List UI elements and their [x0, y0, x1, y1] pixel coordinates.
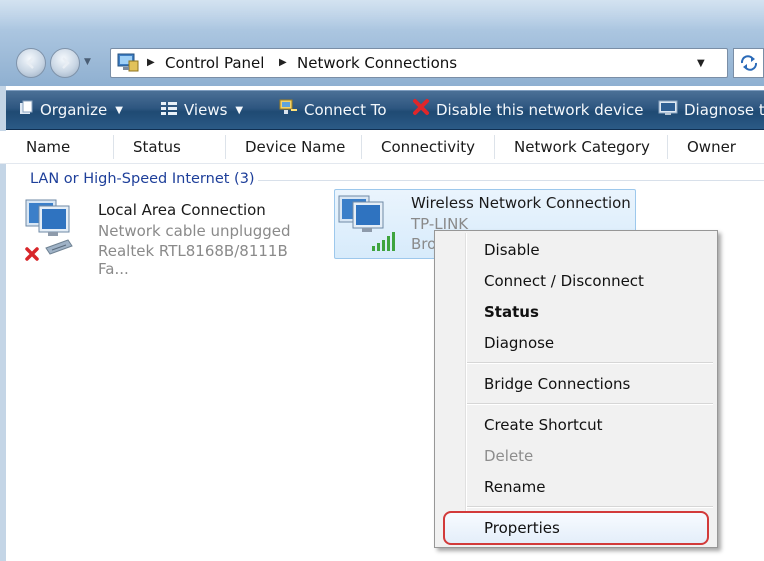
breadcrumb-control-panel[interactable]: Control Panel [165, 54, 264, 72]
back-arrow-icon [26, 57, 34, 69]
window-frame-highlight [0, 0, 764, 30]
breadcrumb-separator-icon: ▶ [279, 57, 287, 68]
connection-device: Realtek RTL8168B/8111B Fa... [98, 242, 288, 278]
back-button[interactable] [16, 48, 46, 78]
menu-item-bridge-connections[interactable]: Bridge Connections [484, 375, 630, 393]
disable-device-label: Disable this network device [436, 101, 644, 119]
menu-item-create-shortcut[interactable]: Create Shortcut [484, 416, 603, 434]
connect-to-icon [278, 92, 298, 130]
history-dropdown-icon[interactable]: ▼ [84, 57, 91, 67]
command-toolbar: Organize ▼ Views ▼ Connect To Disable this… [0, 90, 764, 130]
menu-separator [467, 362, 713, 364]
signal-strength-icon [371, 230, 399, 256]
red-x-icon [412, 92, 430, 130]
connect-to-button[interactable]: Connect To [278, 91, 387, 129]
column-device-name[interactable]: Device Name [225, 131, 361, 163]
menu-item-disable[interactable]: Disable [484, 241, 540, 259]
context-menu: Disable Connect / Disconnect Status Diag… [434, 230, 718, 548]
column-network-category[interactable]: Network Category [494, 131, 667, 163]
connection-status: Network cable unplugged [98, 222, 291, 240]
address-bar[interactable]: ▶ Control Panel ▶ Network Connections ▼ [110, 48, 728, 78]
views-label: Views [184, 101, 228, 119]
menu-gutter [465, 233, 467, 545]
menu-item-rename[interactable]: Rename [484, 478, 546, 496]
group-divider [258, 180, 764, 181]
diagnose-label: Diagnose t [684, 101, 764, 119]
connect-to-label: Connect To [304, 101, 387, 119]
menu-item-delete: Delete [484, 447, 534, 465]
organize-icon [18, 92, 34, 130]
organize-button[interactable]: Organize ▼ [18, 91, 123, 129]
local-area-connection-item[interactable]: Local Area Connection Network cable unpl… [22, 196, 322, 278]
views-icon [160, 92, 178, 130]
forward-button[interactable] [50, 48, 80, 78]
column-connectivity[interactable]: Connectivity [361, 131, 494, 163]
column-owner[interactable]: Owner [667, 131, 764, 163]
views-button[interactable]: Views ▼ [160, 91, 243, 129]
menu-item-properties-highlight[interactable] [443, 511, 709, 545]
connection-name: Wireless Network Connection [411, 194, 631, 212]
diagnose-button[interactable]: Diagnose t [658, 91, 764, 129]
menu-item-properties[interactable]: Properties [484, 519, 560, 537]
breadcrumb-network-connections[interactable]: Network Connections [297, 54, 457, 72]
dropdown-arrow-icon: ▼ [115, 104, 123, 116]
connection-device: Bro [411, 235, 437, 253]
dropdown-arrow-icon: ▼ [235, 104, 244, 116]
column-name[interactable]: Name [6, 131, 112, 163]
forward-arrow-icon [62, 57, 70, 69]
control-panel-icon [117, 53, 139, 73]
menu-item-status[interactable]: Status [484, 303, 539, 321]
disable-device-button[interactable]: Disable this network device [412, 91, 644, 129]
menu-separator [467, 506, 713, 508]
diagnose-icon [658, 92, 678, 130]
refresh-icon [740, 55, 758, 71]
column-header-row: Name Status Device Name Connectivity Net… [0, 131, 764, 164]
disconnected-x-icon [24, 246, 40, 266]
group-header[interactable]: LAN or High-Speed Internet (3) [30, 171, 255, 187]
menu-item-diagnose[interactable]: Diagnose [484, 334, 554, 352]
refresh-button[interactable] [733, 48, 764, 78]
organize-label: Organize [40, 101, 108, 119]
breadcrumb-separator-icon: ▶ [147, 57, 155, 68]
menu-separator [467, 403, 713, 405]
connection-name: Local Area Connection [98, 201, 266, 219]
menu-item-connect-disconnect[interactable]: Connect / Disconnect [484, 272, 644, 290]
column-status[interactable]: Status [113, 131, 224, 163]
address-dropdown-icon[interactable]: ▼ [697, 58, 705, 69]
